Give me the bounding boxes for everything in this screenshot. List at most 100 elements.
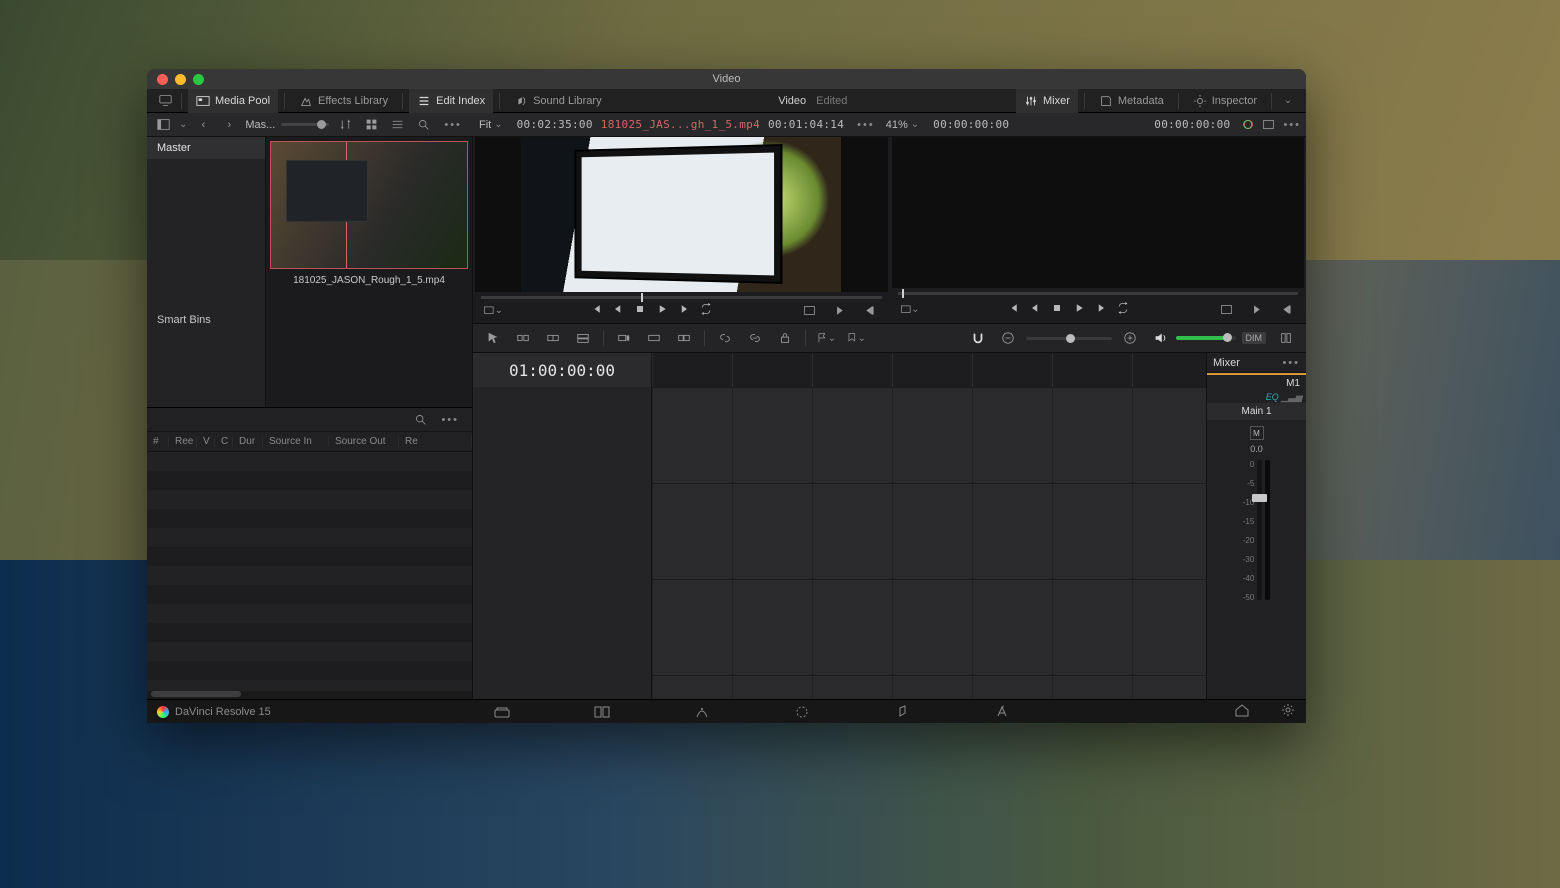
step-back-icon[interactable] xyxy=(612,303,624,318)
app-brand[interactable]: DaVinci Resolve 15 xyxy=(157,706,271,718)
program-viewer-screen[interactable] xyxy=(892,137,1305,288)
match-frame-icon[interactable] xyxy=(800,301,820,321)
edit-index-hscroll[interactable] xyxy=(147,691,472,699)
zoom-in-icon[interactable] xyxy=(1120,328,1140,348)
program-options-icon[interactable]: ••• xyxy=(1278,119,1306,131)
zoom-out-icon[interactable] xyxy=(998,328,1018,348)
source-options-icon[interactable]: ••• xyxy=(852,119,880,131)
source-viewer-screen[interactable] xyxy=(475,137,888,292)
bypass-color-icon[interactable] xyxy=(1238,115,1258,135)
snap-icon[interactable] xyxy=(968,328,988,348)
timeline-options-icon[interactable] xyxy=(1276,328,1296,348)
ei-col-srcin[interactable]: Source In xyxy=(263,436,329,447)
mute-button[interactable]: M xyxy=(1250,426,1264,440)
media-pool-options-icon[interactable]: ••• xyxy=(439,119,467,131)
mixer-options-icon[interactable]: ••• xyxy=(1282,357,1300,369)
search-icon[interactable] xyxy=(413,115,433,135)
edit-index-rows[interactable] xyxy=(147,452,472,691)
page-deliver-icon[interactable] xyxy=(993,703,1011,721)
titlebar[interactable]: Video xyxy=(147,69,1306,89)
dropdown-icon[interactable]: ⌄ xyxy=(179,119,187,130)
p-goto-out-icon[interactable] xyxy=(1276,299,1296,319)
bin-master[interactable]: Master xyxy=(147,137,265,159)
fit-to-fill-icon[interactable] xyxy=(674,328,694,348)
flag-icon[interactable]: ⌄ xyxy=(816,328,836,348)
source-zoom-dropdown[interactable]: Fit⌄ xyxy=(473,119,509,131)
p-stop-icon[interactable] xyxy=(1051,302,1063,317)
workspace-mixer[interactable]: Mixer xyxy=(1016,89,1078,113)
dim-button[interactable]: DIM xyxy=(1242,332,1267,344)
edit-index-search-icon[interactable] xyxy=(410,410,430,430)
goto-out-icon[interactable] xyxy=(860,301,880,321)
program-mode-icon[interactable]: ⌄ xyxy=(900,299,920,319)
nav-forward-icon[interactable]: › xyxy=(219,115,239,135)
ripple-overwrite-icon[interactable] xyxy=(644,328,664,348)
grid-view-icon[interactable] xyxy=(361,115,381,135)
ei-col-reel[interactable]: Ree xyxy=(169,436,197,447)
expand-dropdown[interactable]: ⌄ xyxy=(1278,91,1298,111)
play-icon[interactable] xyxy=(656,303,668,318)
p-step-fwd-icon[interactable] xyxy=(1095,302,1107,317)
workspace-metadata[interactable]: Metadata xyxy=(1091,89,1172,113)
settings-icon[interactable] xyxy=(1280,702,1296,721)
replace-clip-icon[interactable] xyxy=(573,328,593,348)
ei-col-v[interactable]: V xyxy=(197,436,215,447)
page-media-icon[interactable] xyxy=(493,703,511,721)
page-fairlight-icon[interactable] xyxy=(893,703,911,721)
thumbnail-size-slider[interactable] xyxy=(281,123,329,126)
mixer-eq-label[interactable]: EQ xyxy=(1266,392,1279,402)
timeline-ruler[interactable] xyxy=(652,353,1206,387)
insert-clip-icon[interactable] xyxy=(513,328,533,348)
link-icon[interactable] xyxy=(745,328,765,348)
nav-back-icon[interactable]: ‹ xyxy=(193,115,213,135)
p-goto-in-icon[interactable] xyxy=(1246,299,1266,319)
page-edit-icon[interactable] xyxy=(593,703,611,721)
page-fusion-icon[interactable] xyxy=(693,703,711,721)
program-zoom-dropdown[interactable]: 41%⌄ xyxy=(880,119,925,131)
timeline-timecode[interactable]: 01:00:00:00 xyxy=(473,353,652,387)
ei-col-srcout[interactable]: Source Out xyxy=(329,436,399,447)
volume-slider[interactable] xyxy=(1176,336,1236,340)
goto-in-icon[interactable] xyxy=(830,301,850,321)
ei-col-c[interactable]: C xyxy=(215,436,233,447)
fader-slider[interactable] xyxy=(1257,460,1262,600)
sort-icon[interactable] xyxy=(335,115,355,135)
ei-col-num[interactable]: # xyxy=(147,436,169,447)
zoom-slider[interactable] xyxy=(1026,337,1112,340)
unlink-icon[interactable] xyxy=(715,328,735,348)
ei-col-dur[interactable]: Dur xyxy=(233,436,263,447)
sidebar-toggle-icon[interactable] xyxy=(153,115,173,135)
bin-smart-bins[interactable]: Smart Bins xyxy=(147,309,265,331)
clip-thumbnail[interactable] xyxy=(270,141,468,269)
workspace-media-pool[interactable]: Media Pool xyxy=(188,89,278,113)
clip-browser[interactable]: 181025_JASON_Rough_1_5.mp4 xyxy=(266,137,472,407)
p-goto-start-icon[interactable] xyxy=(1007,302,1019,317)
ei-col-rec[interactable]: Re xyxy=(399,436,472,447)
loop-icon[interactable] xyxy=(700,303,712,318)
append-icon[interactable] xyxy=(614,328,634,348)
workspace-effects-library[interactable]: Effects Library xyxy=(291,89,396,113)
clip-item[interactable]: 181025_JASON_Rough_1_5.mp4 xyxy=(270,141,468,286)
marker-icon[interactable]: ⌄ xyxy=(846,328,866,348)
p-loop-icon[interactable] xyxy=(1117,302,1129,317)
p-play-icon[interactable] xyxy=(1073,302,1085,317)
timeline-tracks[interactable] xyxy=(652,387,1206,699)
overwrite-clip-icon[interactable] xyxy=(543,328,563,348)
workspace-sound-library[interactable]: Sound Library xyxy=(506,89,610,113)
bin-path[interactable]: Mas... xyxy=(245,119,275,131)
p-step-back-icon[interactable] xyxy=(1029,302,1041,317)
home-icon[interactable] xyxy=(1234,702,1250,721)
track-headers[interactable] xyxy=(473,387,652,699)
workspace-edit-index[interactable]: Edit Index xyxy=(409,89,493,113)
program-scrub-bar[interactable] xyxy=(898,292,1299,295)
page-color-icon[interactable] xyxy=(793,703,811,721)
source-scrub-bar[interactable] xyxy=(481,296,882,299)
arrow-tool-icon[interactable] xyxy=(483,328,503,348)
speaker-icon[interactable] xyxy=(1150,328,1170,348)
edit-index-options-icon[interactable]: ••• xyxy=(436,414,464,426)
lock-icon[interactable] xyxy=(775,328,795,348)
step-fwd-icon[interactable] xyxy=(678,303,690,318)
goto-start-icon[interactable] xyxy=(590,303,602,318)
source-mode-icon[interactable]: ⌄ xyxy=(483,301,503,321)
safe-area-icon[interactable] xyxy=(1258,115,1278,135)
